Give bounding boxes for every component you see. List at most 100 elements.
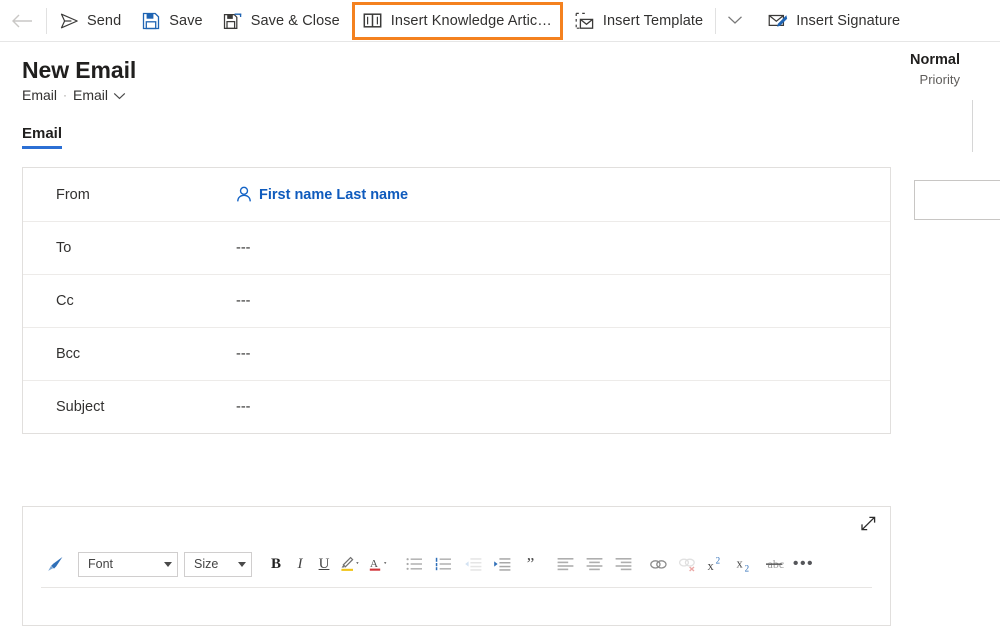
insert-template-button[interactable]: Insert Template <box>565 2 713 40</box>
field-row-subject: Subject --- <box>23 380 890 433</box>
insert-signature-button-label: Insert Signature <box>796 13 900 29</box>
rich-text-toolbar: Font Size B I U <box>41 548 872 580</box>
text-highlight-button[interactable] <box>336 551 365 577</box>
italic-button[interactable]: I <box>288 551 312 577</box>
align-right-icon <box>615 557 632 571</box>
book-icon <box>363 11 383 31</box>
breadcrumb-form-selector[interactable]: Email <box>73 87 126 103</box>
right-side-panel-stub[interactable] <box>914 180 1000 220</box>
caret-down-icon <box>238 562 246 567</box>
tab-email[interactable]: Email <box>22 125 62 149</box>
strikethrough-button[interactable]: abc <box>760 551 789 577</box>
bold-button[interactable]: B <box>264 551 288 577</box>
align-left-icon <box>557 557 574 571</box>
send-plane-icon <box>59 11 79 31</box>
chevron-down-icon <box>113 87 126 103</box>
back-arrow-icon <box>11 13 33 29</box>
insert-signature-button[interactable]: Insert Signature <box>758 2 910 40</box>
command-bar-divider-start <box>46 8 47 34</box>
chevron-down-icon <box>727 12 743 30</box>
field-row-to: To --- <box>23 221 890 274</box>
format-painter-icon <box>47 556 64 572</box>
priority-indicator[interactable]: Normal Priority <box>910 50 960 89</box>
save-and-close-button[interactable]: Save & Close <box>213 2 350 40</box>
save-button[interactable]: Save <box>131 2 212 40</box>
format-painter-button[interactable] <box>41 551 70 577</box>
breadcrumb-entity: Email <box>22 87 57 103</box>
svg-text:x: x <box>737 557 744 571</box>
save-and-close-button-label: Save & Close <box>251 13 340 29</box>
svg-text:x: x <box>708 559 715 572</box>
numbered-list-button[interactable] <box>429 551 458 577</box>
subject-value[interactable]: --- <box>236 399 251 415</box>
increase-indent-icon <box>493 557 511 571</box>
save-button-label: Save <box>169 13 202 29</box>
italic-icon: I <box>298 556 303 573</box>
underline-button[interactable]: U <box>312 551 336 577</box>
svg-text:2: 2 <box>745 563 750 572</box>
underline-icon: U <box>319 556 330 573</box>
editor-expand-button[interactable] <box>856 515 880 537</box>
template-overflow-chevron-button[interactable] <box>718 2 752 40</box>
numbered-list-icon <box>435 557 452 571</box>
more-options-button[interactable]: ••• <box>789 551 818 577</box>
insert-knowledge-article-button[interactable]: Insert Knowledge Artic… <box>352 2 563 40</box>
unlink-icon <box>678 556 697 572</box>
font-size-value: Size <box>194 557 218 571</box>
font-color-button[interactable]: A <box>365 551 394 577</box>
remove-link-button[interactable] <box>673 551 702 577</box>
priority-value: Normal <box>910 50 960 70</box>
font-size-select[interactable]: Size <box>184 552 252 577</box>
cc-value[interactable]: --- <box>236 293 251 309</box>
from-value[interactable]: First name Last name <box>236 186 408 203</box>
signature-envelope-icon <box>768 11 788 31</box>
caret-down-icon <box>164 562 172 567</box>
font-family-value: Font <box>88 557 113 571</box>
blockquote-button[interactable]: ” <box>516 551 545 577</box>
command-bar: Send Save Save & Close <box>0 0 1000 42</box>
insert-template-button-label: Insert Template <box>603 13 703 29</box>
cc-label: Cc <box>56 293 236 309</box>
send-button[interactable]: Send <box>49 2 131 40</box>
contact-person-icon <box>236 186 252 203</box>
field-row-from: From First name Last name <box>23 168 890 221</box>
save-and-close-icon <box>223 11 243 31</box>
bcc-value[interactable]: --- <box>236 346 251 362</box>
save-floppy-icon <box>141 11 161 31</box>
align-center-button[interactable] <box>580 551 609 577</box>
to-value[interactable]: --- <box>236 240 251 256</box>
superscript-icon: x 2 <box>707 556 726 572</box>
align-left-button[interactable] <box>551 551 580 577</box>
bold-icon: B <box>271 556 281 573</box>
field-row-cc: Cc --- <box>23 274 890 327</box>
from-person-name: First name Last name <box>259 187 408 203</box>
increase-indent-button[interactable] <box>487 551 516 577</box>
superscript-button[interactable]: x 2 <box>702 551 731 577</box>
tab-strip: Email <box>22 125 1000 149</box>
align-right-button[interactable] <box>609 551 638 577</box>
more-options-icon: ••• <box>793 559 814 569</box>
link-icon <box>649 557 668 572</box>
email-fields-card: From First name Last name To --- Cc --- … <box>22 167 891 434</box>
decrease-indent-button[interactable] <box>458 551 487 577</box>
insert-link-button[interactable] <box>644 551 673 577</box>
priority-label: Priority <box>910 71 960 89</box>
font-color-icon: A <box>369 556 390 573</box>
strikethrough-icon: abc <box>765 557 784 571</box>
email-body-text-area[interactable] <box>41 587 872 625</box>
header-divider <box>972 100 973 152</box>
subscript-button[interactable]: x 2 <box>731 551 760 577</box>
text-highlight-icon <box>340 556 361 573</box>
back-button[interactable] <box>0 0 44 42</box>
subscript-icon: x 2 <box>736 556 755 572</box>
email-body-editor-card: Font Size B I U <box>22 506 891 626</box>
svg-text:A: A <box>370 558 378 570</box>
to-label: To <box>56 240 236 256</box>
bulleted-list-button[interactable] <box>400 551 429 577</box>
svg-text:2: 2 <box>716 556 721 565</box>
decrease-indent-icon <box>464 557 482 571</box>
blockquote-icon: ” <box>527 560 535 568</box>
font-family-select[interactable]: Font <box>78 552 178 577</box>
bulleted-list-icon <box>406 557 423 571</box>
align-center-icon <box>586 557 603 571</box>
